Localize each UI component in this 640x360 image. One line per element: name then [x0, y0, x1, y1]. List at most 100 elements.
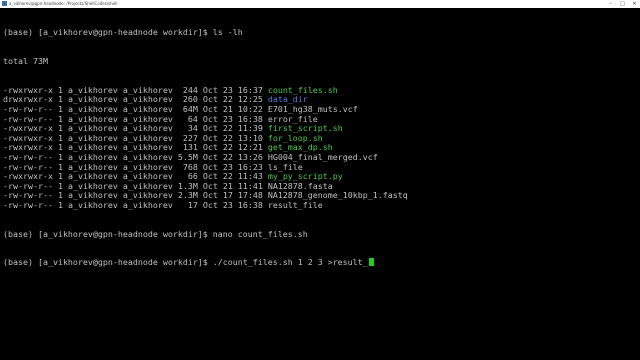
listing-user: a_vikhorev — [67, 190, 118, 201]
listing-group: a_vikhorev — [122, 94, 173, 105]
command-input[interactable]: ./count_files.sh 1 2 3 >result_ — [208, 257, 368, 268]
listing-row: -rw-rw-r-- 1 a_vikhorev a_vikhorev 17 Oc… — [3, 199, 636, 211]
listing-day: 23 — [222, 161, 233, 172]
listing-links: 1 — [57, 142, 63, 153]
listing-links: 1 — [57, 151, 63, 162]
listing-perm: -rw-rw-r-- — [3, 113, 53, 124]
listing-filename: HG004_final_merged.vcf — [267, 151, 378, 162]
listing-filename: data_dir — [267, 94, 308, 105]
listing-filename: my_py_script.py — [267, 171, 343, 182]
listing-day: 21 — [222, 103, 233, 114]
listing-time: 13:26 — [237, 151, 263, 162]
listing-group: a_vikhorev — [122, 171, 173, 182]
listing-links: 1 — [57, 190, 63, 201]
window-title: a_vikhorev@gpn-headnode: /Projects/Shell… — [9, 1, 118, 6]
listing-perm: -rw-rw-r-- — [3, 180, 53, 191]
listing-filename: NA12878.fasta — [267, 180, 333, 191]
listing-month: Oct — [202, 132, 218, 143]
listing-day: 23 — [222, 113, 233, 124]
listing-month: Oct — [202, 199, 218, 210]
listing-user: a_vikhorev — [67, 103, 118, 114]
listing-time: 16:23 — [237, 161, 263, 172]
listing-perm: -rwxrwxr-x — [3, 142, 53, 153]
listing-day: 22 — [222, 171, 233, 182]
listing-user: a_vikhorev — [67, 142, 118, 153]
listing-size: 1.3M — [177, 180, 198, 191]
listing-user: a_vikhorev — [67, 161, 118, 172]
listing-month: Oct — [202, 180, 218, 191]
shell-prompt: (base) [a_vikhorev@gpn-headnode workdir]… — [3, 257, 208, 268]
listing-filename: count_files.sh — [267, 84, 338, 95]
listing-filename: E701_hg38_muts.vcf — [267, 103, 358, 114]
listing-user: a_vikhorev — [67, 123, 118, 134]
terminal-window: a_vikhorev@gpn-headnode: /Projects/Shell… — [0, 0, 640, 360]
listing-group: a_vikhorev — [122, 113, 173, 124]
listing-size: 131 — [177, 142, 198, 153]
listing-size: 5.5M — [177, 151, 198, 162]
listing-time: 17:48 — [237, 190, 263, 201]
listing-month: Oct — [202, 84, 218, 95]
listing-filename: for_loop.sh — [267, 132, 323, 143]
listing-filename: result_file — [267, 199, 323, 210]
text-cursor — [368, 258, 374, 267]
listing-month: Oct — [202, 190, 218, 201]
listing-group: a_vikhorev — [122, 84, 173, 95]
listing-size: 244 — [177, 84, 198, 95]
listing-group: a_vikhorev — [122, 132, 173, 143]
listing-user: a_vikhorev — [67, 84, 118, 95]
shell-prompt: (base) [a_vikhorev@gpn-headnode workdir]… — [3, 228, 208, 239]
listing-time: 11:41 — [237, 180, 263, 191]
listing-day: 22 — [222, 132, 233, 143]
listing-day: 21 — [222, 180, 233, 191]
title-bar[interactable]: a_vikhorev@gpn-headnode: /Projects/Shell… — [0, 0, 640, 8]
listing-user: a_vikhorev — [67, 94, 118, 105]
listing-size: 66 — [177, 171, 198, 182]
listing-month: Oct — [202, 123, 218, 134]
listing-time: 16:38 — [237, 113, 263, 124]
listing-day: 22 — [222, 151, 233, 162]
listing-time: 12:21 — [237, 142, 263, 153]
listing-size: 64M — [177, 103, 198, 114]
terminal-output[interactable]: (base) [a_vikhorev@gpn-headnode workdir]… — [3, 9, 636, 360]
listing-links: 1 — [57, 171, 63, 182]
listing-size: 768 — [177, 161, 198, 172]
listing-month: Oct — [202, 171, 218, 182]
listing-links: 1 — [57, 161, 63, 172]
listing-time: 12:25 — [237, 94, 263, 105]
listing-links: 1 — [57, 123, 63, 134]
listing-perm: -rwxrwxr-x — [3, 171, 53, 182]
listing-day: 22 — [222, 142, 233, 153]
listing-user: a_vikhorev — [67, 113, 118, 124]
command-text: nano count_files.sh — [207, 228, 308, 239]
command-line-current[interactable]: (base) [a_vikhorev@gpn-headnode workdir]… — [3, 258, 636, 268]
listing-size: 34 — [177, 123, 198, 134]
listing-month: Oct — [202, 142, 218, 153]
listing-month: Oct — [202, 113, 218, 124]
close-icon[interactable]: ✕ — [631, 0, 638, 8]
listing-day: 22 — [222, 94, 233, 105]
listing-links: 1 — [57, 180, 63, 191]
command-line-nano: (base) [a_vikhorev@gpn-headnode workdir]… — [3, 228, 636, 240]
listing-perm: -rw-rw-r-- — [3, 161, 53, 172]
listing-size: 227 — [177, 132, 198, 143]
listing-group: a_vikhorev — [122, 180, 173, 191]
listing-group: a_vikhorev — [122, 161, 173, 172]
listing-time: 11:43 — [237, 171, 263, 182]
listing-size: 2.3M — [177, 190, 198, 201]
listing-perm: -rwxrwxr-x — [3, 84, 53, 95]
listing-group: a_vikhorev — [122, 142, 173, 153]
listing-perm: -rw-rw-r-- — [3, 190, 53, 201]
listing-user: a_vikhorev — [67, 171, 118, 182]
listing-time: 16:37 — [237, 84, 263, 95]
listing-links: 1 — [57, 103, 63, 114]
listing-size: 17 — [177, 199, 198, 210]
listing-group: a_vikhorev — [122, 103, 173, 114]
listing-filename: NA12878_genome_10kbp_1.fastq — [267, 190, 408, 201]
minimize-icon[interactable]: – — [607, 0, 614, 8]
terminal-icon — [2, 1, 7, 6]
total-line: total 73M — [3, 55, 48, 66]
listing-perm: -rwxrwxr-x — [3, 123, 53, 134]
command-text: ls -lh — [207, 27, 243, 38]
listing-group: a_vikhorev — [122, 151, 173, 162]
maximize-icon[interactable]: □ — [619, 0, 626, 8]
